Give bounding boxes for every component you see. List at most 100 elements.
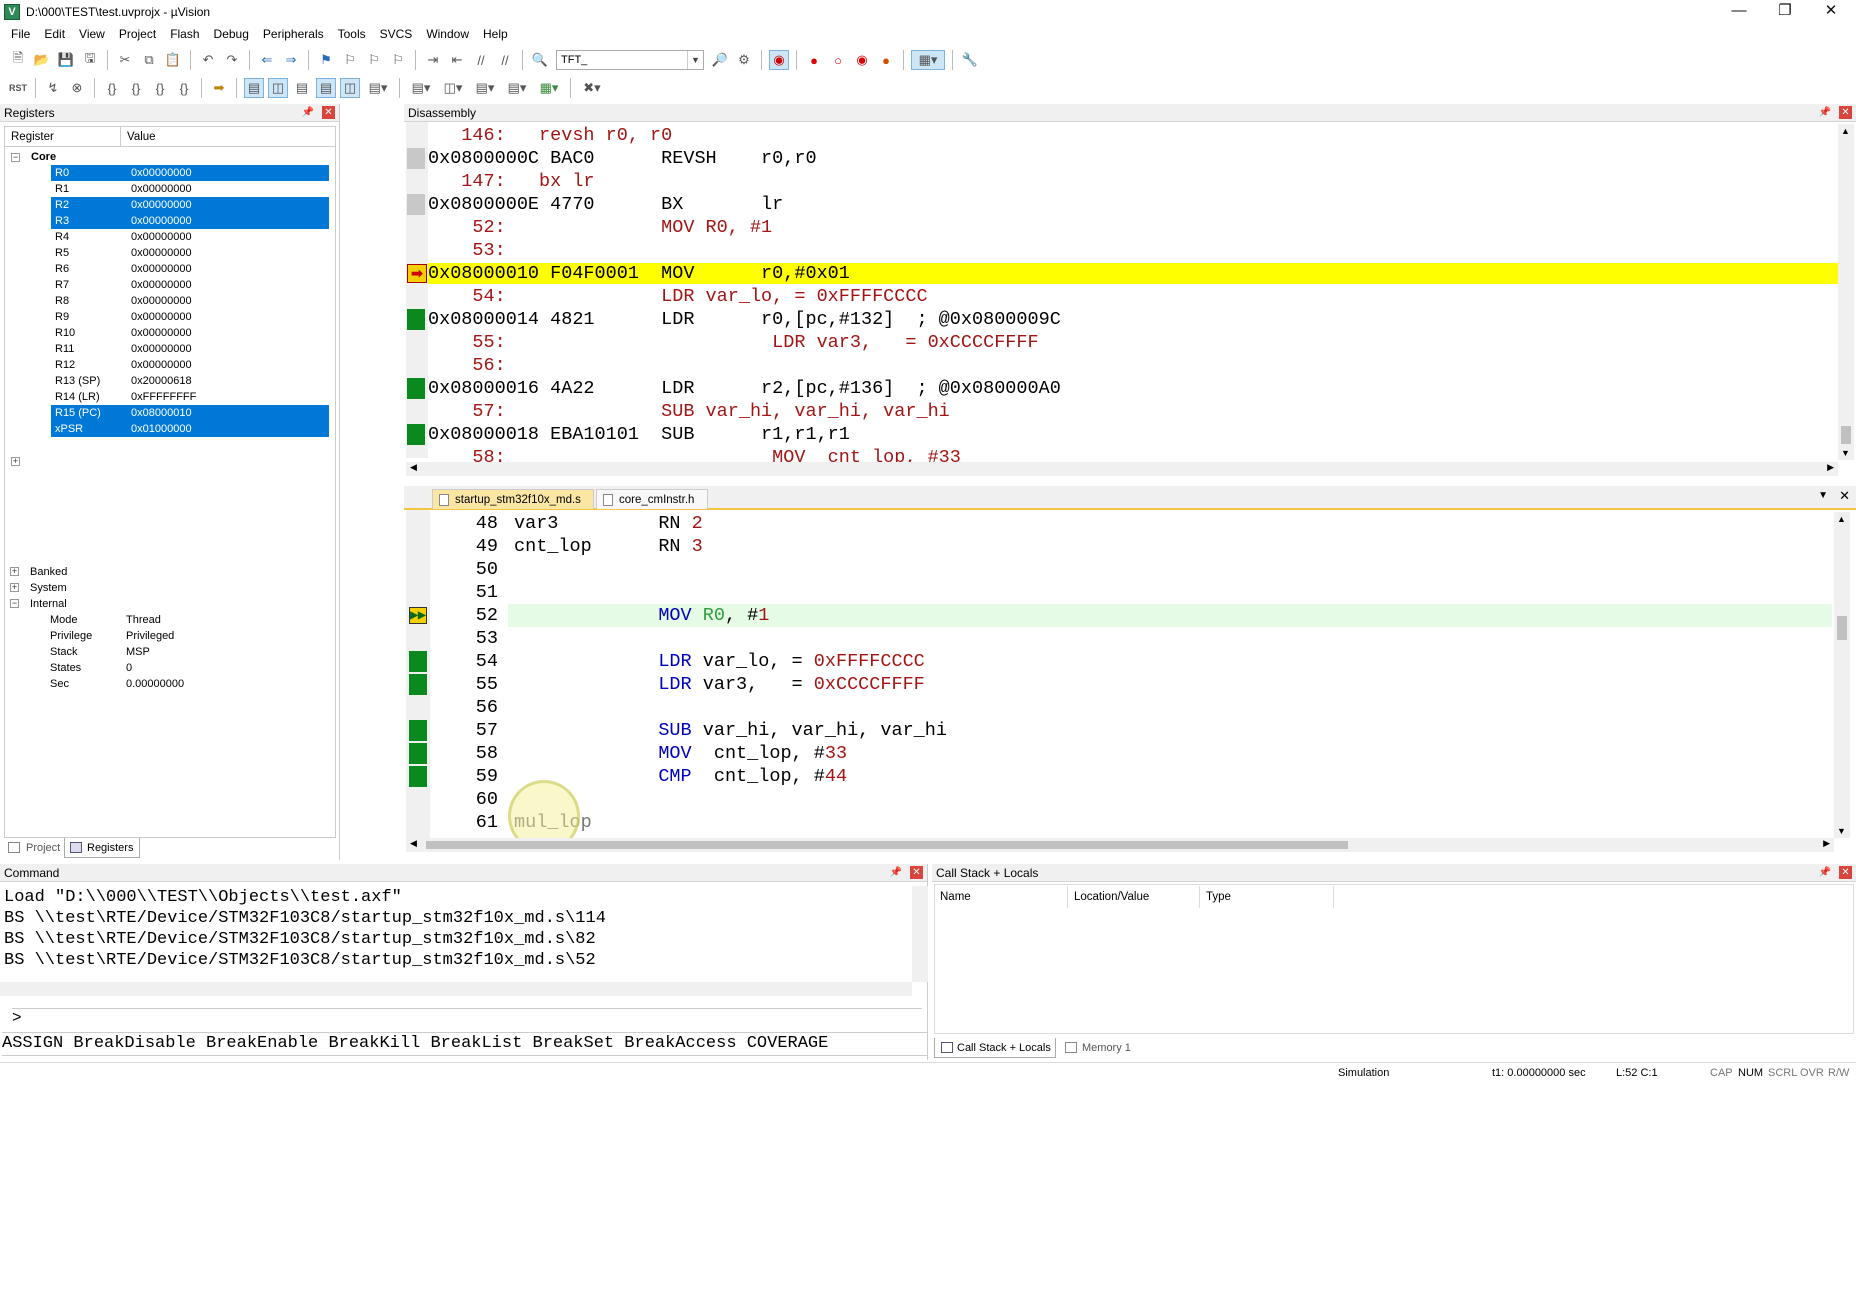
asm-line[interactable]: 0x0800000C BAC0 REVSH r0,r0 <box>428 147 817 170</box>
menu-edit[interactable]: Edit <box>37 27 72 41</box>
tab-callstack[interactable]: Call Stack + Locals <box>934 1038 1056 1058</box>
comment-icon[interactable]: // <box>471 50 491 70</box>
register-row[interactable]: R5 0x00000000 <box>5 245 335 261</box>
source-line[interactable]: 53: <box>428 239 505 262</box>
asm-line[interactable]: 0x08000018 EBA10101 SUB r1,r1,r1 <box>428 423 850 446</box>
code-line[interactable]: SUB var_hi, var_hi, var_hi <box>514 719 947 742</box>
scroll-right-icon[interactable]: ▶ <box>1827 462 1834 473</box>
source-line[interactable]: 147: bx lr <box>428 170 594 193</box>
register-value[interactable]: 0x00000000 <box>131 245 192 261</box>
register-row[interactable]: R7 0x00000000 <box>5 277 335 293</box>
paste-icon[interactable]: 📋 <box>163 50 183 70</box>
expand-xpsr-icon[interactable]: + <box>11 457 20 466</box>
reset-icon[interactable]: RST <box>8 78 28 98</box>
code-line[interactable]: LDR var3, = 0xCCCCFFFF <box>514 673 924 696</box>
new-file-icon[interactable]: 🗎 <box>8 50 28 70</box>
symbols-window-icon[interactable]: ▤ <box>292 78 312 98</box>
register-value[interactable]: 0x08000010 <box>131 405 192 421</box>
menu-debug[interactable]: Debug <box>207 27 256 41</box>
register-row[interactable]: R6 0x00000000 <box>5 261 335 277</box>
stop-icon[interactable]: ⊗ <box>67 78 87 98</box>
source-line[interactable]: 146: revsh r0, r0 <box>428 124 672 147</box>
code-line[interactable]: MOV R0, #1 <box>514 604 769 627</box>
register-value[interactable]: 0x00000000 <box>131 197 192 213</box>
register-row[interactable]: R3 0x00000000 <box>5 213 335 229</box>
step-out-icon[interactable]: {} <box>150 78 170 98</box>
register-row[interactable]: R12 0x00000000 <box>5 357 335 373</box>
undo-icon[interactable]: ↶ <box>198 50 218 70</box>
register-value[interactable]: 0x00000000 <box>131 277 192 293</box>
col-name[interactable]: Name <box>932 886 1068 908</box>
source-line[interactable]: 55: LDR var3, = 0xCCCCFFFF <box>428 331 1038 354</box>
save-all-icon[interactable]: 🖫 <box>80 50 100 70</box>
close-icon[interactable]: ✕ <box>1839 106 1852 119</box>
step-into-icon[interactable]: {} <box>102 78 122 98</box>
register-row[interactable]: R0 0x00000000 <box>5 165 335 181</box>
step-over-icon[interactable]: {} <box>126 78 146 98</box>
scroll-thumb[interactable] <box>426 841 1348 849</box>
scroll-right-icon[interactable]: ▶ <box>1823 838 1830 849</box>
tab-project[interactable]: Project <box>4 838 62 858</box>
close-window-button[interactable]: ✕ <box>1808 0 1854 24</box>
pin-icon[interactable]: 📌 <box>1819 867 1831 878</box>
source-line[interactable]: 57: SUB var_hi, var_hi, var_hi <box>428 400 949 423</box>
close-icon[interactable]: ✕ <box>910 866 923 879</box>
code-line[interactable]: MOV cnt_lop, #33 <box>514 742 847 765</box>
register-value[interactable]: 0x00000000 <box>131 293 192 309</box>
scroll-left-icon[interactable]: ◀ <box>410 462 417 473</box>
asm-line[interactable]: 0x08000014 4821 LDR r0,[pc,#132] ; @0x08… <box>428 308 1061 331</box>
cut-icon[interactable]: ✂ <box>115 50 135 70</box>
command-window-icon[interactable]: ▤ <box>244 78 264 98</box>
nav-back-icon[interactable]: ⇐ <box>257 50 277 70</box>
trace-window-icon[interactable]: ▤▾ <box>503 78 531 98</box>
close-tab-icon[interactable]: ✕ <box>1839 488 1850 504</box>
menu-flash[interactable]: Flash <box>163 27 206 41</box>
incremental-find-icon[interactable]: ⚙ <box>734 50 754 70</box>
pin-icon[interactable]: 📌 <box>890 867 902 878</box>
expand-banked-icon[interactable]: + <box>10 567 19 576</box>
restore-button[interactable]: ❐ <box>1762 0 1808 24</box>
register-row[interactable]: R14 (LR) 0xFFFFFFFF <box>5 389 335 405</box>
col-location[interactable]: Location/Value <box>1066 886 1200 908</box>
menu-project[interactable]: Project <box>112 27 163 41</box>
bookmark-prev-icon[interactable]: ⚐ <box>340 50 360 70</box>
register-value[interactable]: 0x00000000 <box>131 229 192 245</box>
register-value[interactable]: 0x00000000 <box>131 341 192 357</box>
pin-icon[interactable]: 📌 <box>302 107 314 118</box>
register-value[interactable]: 0x00000000 <box>131 357 192 373</box>
menu-svcs[interactable]: SVCS <box>373 27 420 41</box>
col-value[interactable]: Value <box>121 127 335 146</box>
register-row[interactable]: R9 0x00000000 <box>5 309 335 325</box>
col-register[interactable]: Register <box>5 127 121 146</box>
register-row[interactable]: R1 0x00000000 <box>5 181 335 197</box>
chevron-down-icon[interactable]: ▼ <box>687 51 703 69</box>
tree-core[interactable]: Core <box>31 149 56 165</box>
insert-breakpoint-icon[interactable]: ● <box>804 50 824 70</box>
register-row[interactable]: xPSR 0x01000000 <box>5 421 335 437</box>
scroll-left-icon[interactable]: ◀ <box>410 838 417 849</box>
disassembly-vscroll[interactable]: ▲ ▼ <box>1838 124 1854 460</box>
minimize-button[interactable]: — <box>1716 0 1762 24</box>
target-combo[interactable]: TFT_ ▼ <box>556 50 704 70</box>
register-value[interactable]: 0xFFFFFFFF <box>131 389 196 405</box>
tab-core-cminstr[interactable]: core_cmInstr.h <box>596 489 708 509</box>
configure-icon[interactable]: 🔧 <box>960 50 980 70</box>
register-value[interactable]: 0x01000000 <box>131 421 192 437</box>
tab-startup-file[interactable]: startup_stm32f10x_md.s <box>432 489 594 509</box>
scroll-thumb[interactable] <box>1841 426 1851 444</box>
source-line[interactable]: 52: MOV R0, #1 <box>428 216 772 239</box>
bookmark-next-icon[interactable]: ⚐ <box>364 50 384 70</box>
command-vscroll[interactable] <box>912 886 928 982</box>
register-row[interactable]: R2 0x00000000 <box>5 197 335 213</box>
code-line[interactable]: cnt_lop RN 3 <box>514 535 703 558</box>
enable-breakpoint-icon[interactable]: ○ <box>828 50 848 70</box>
source-line[interactable]: 54: LDR var_lo, = 0xFFFFCCCC <box>428 285 927 308</box>
scroll-thumb[interactable] <box>1837 616 1847 640</box>
disassembly-window-icon[interactable]: ◫ <box>268 78 288 98</box>
toolbox-icon[interactable]: ✖▾ <box>578 78 606 98</box>
kill-breakpoints-icon[interactable]: ● <box>876 50 896 70</box>
register-row[interactable]: R4 0x00000000 <box>5 229 335 245</box>
scroll-up-icon[interactable]: ▲ <box>1837 514 1846 524</box>
editor-vscroll[interactable]: ▲ ▼ <box>1834 512 1850 838</box>
tab-registers[interactable]: Registers <box>64 838 140 858</box>
